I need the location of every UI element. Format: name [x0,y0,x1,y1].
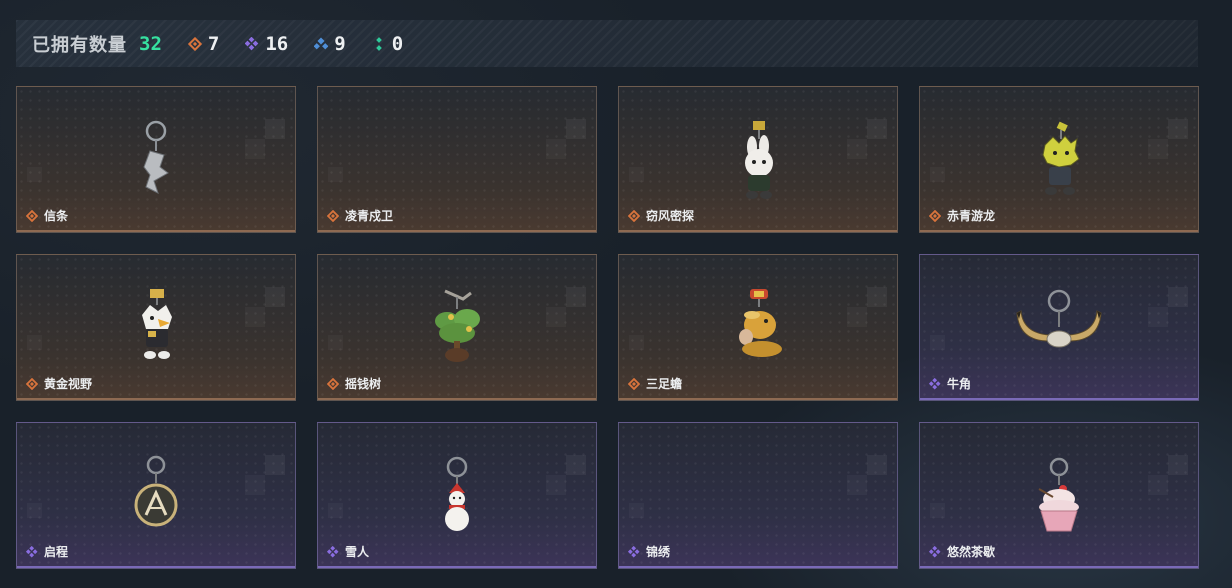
card-decoration [1148,119,1188,159]
charm-card-xintiao[interactable]: 信条 [16,86,296,233]
card-decoration [930,503,960,533]
charm-card-yaoqianshu[interactable]: 摇钱树 [317,254,597,401]
purple-diamond-icon [26,545,38,558]
card-footer: 牛角 [929,375,971,392]
card-footer: 悠然茶歇 [929,543,995,560]
card-footer: 窃风密探 [628,207,694,224]
snowman-charm-icon [445,456,469,531]
charm-name: 雪人 [345,545,370,559]
charm-name: 黄金视野 [44,377,93,391]
yellow-dragon-figure-icon [1042,121,1080,195]
charm-card-qicheng[interactable]: 启程 [16,422,296,569]
orange-diamond-icon [26,209,38,222]
charm-card-lingqing-shuwei[interactable]: 凌青戍卫 [317,86,597,233]
charm-name: 赤青游龙 [947,209,996,223]
golden-toad-figure-icon [739,289,782,357]
card-decoration [629,335,659,365]
card-footer: 信条 [26,207,68,224]
card-decoration [930,335,960,365]
charm-name: 三足蟾 [646,377,683,391]
golden-eagle-figure-icon [142,289,172,359]
purple-diamond-icon [929,545,941,558]
card-decoration [546,287,586,327]
stat-blue-value: 9 [334,32,346,55]
card-decoration [328,167,358,197]
charm-grid: 信条 凌青戍卫 窃风密探 赤青游龙 黄金视野 摇钱树 三足蟾 牛角 启程 雪人 … [16,86,1199,569]
card-footer: 凌青戍卫 [327,207,393,224]
medallion-charm-icon [134,455,178,527]
owned-count-label: 已拥有数量 [32,34,127,56]
owned-count-value: 32 [139,32,162,55]
purple-diamond-icon [327,545,339,558]
charm-card-jinxiu[interactable]: 锦绣 [618,422,898,569]
card-decoration [245,119,285,159]
purple-diamond-icon [929,377,941,390]
stat-green: 0 [372,33,403,55]
card-decoration [245,455,285,495]
card-decoration [847,455,887,495]
card-decoration [328,503,358,533]
charm-name: 牛角 [947,377,972,391]
charm-card-qiefeng-mitan[interactable]: 窃风密探 [618,86,898,233]
charm-card-huangjin-shiye[interactable]: 黄金视野 [16,254,296,401]
card-decoration [27,503,57,533]
card-footer: 锦绣 [628,543,670,560]
charm-card-xueren[interactable]: 雪人 [317,422,597,569]
charm-card-niujiao[interactable]: 牛角 [919,254,1199,401]
orange-diamond-icon [929,209,941,222]
orange-diamond-icon [628,209,640,222]
charm-name: 启程 [44,545,69,559]
silver-charm-icon [143,120,169,194]
card-footer: 启程 [26,543,68,560]
card-footer: 摇钱树 [327,375,381,392]
card-decoration [847,287,887,327]
orange-diamond-icon [628,377,640,390]
green-diamond-icon [375,36,382,51]
card-decoration [546,455,586,495]
bull-horns-charm-icon [1016,289,1102,348]
stat-orange-value: 7 [207,32,220,55]
charm-card-chiqing-youlong[interactable]: 赤青游龙 [919,86,1199,233]
cupcake-charm-icon [1038,457,1079,532]
white-rabbit-figure-icon [745,121,773,199]
card-decoration [546,119,586,159]
card-decoration [27,335,57,365]
card-footer: 赤青游龙 [929,207,995,224]
charm-card-sanzuchan[interactable]: 三足蟾 [618,254,898,401]
orange-diamond-icon [26,377,38,390]
stat-orange: 7 [187,32,220,55]
card-decoration [629,503,659,533]
card-footer: 黄金视野 [26,375,92,392]
collection-header: 已拥有数量 32 7 16 9 0 [16,20,1198,67]
purple-diamond-icon [628,545,640,558]
card-decoration [930,167,960,197]
card-decoration [1148,287,1188,327]
card-footer: 三足蟾 [628,375,682,392]
card-decoration [847,119,887,159]
card-decoration [245,287,285,327]
charm-name: 锦绣 [646,545,671,559]
card-decoration [1148,455,1188,495]
stat-purple-value: 16 [265,32,289,55]
stat-purple: 16 [245,33,288,55]
money-tree-figure-icon [435,289,480,362]
charm-card-youran-chaxie[interactable]: 悠然茶歇 [919,422,1199,569]
charm-name: 窃风密探 [646,209,695,223]
card-footer: 雪人 [327,543,369,560]
charm-name: 摇钱树 [345,377,382,391]
charm-name: 信条 [44,209,69,223]
card-decoration [27,167,57,197]
orange-diamond-icon [327,209,339,222]
charm-name: 悠然茶歇 [947,545,996,559]
charm-name: 凌青戍卫 [345,209,394,223]
purple-diamond-icon [245,36,259,50]
orange-diamond-icon [187,36,202,51]
card-decoration [328,335,358,365]
orange-diamond-icon [327,377,339,390]
card-decoration [629,167,659,197]
stat-green-value: 0 [391,32,404,55]
stat-blue: 9 [314,32,346,55]
blue-diamond-icon [314,36,329,49]
